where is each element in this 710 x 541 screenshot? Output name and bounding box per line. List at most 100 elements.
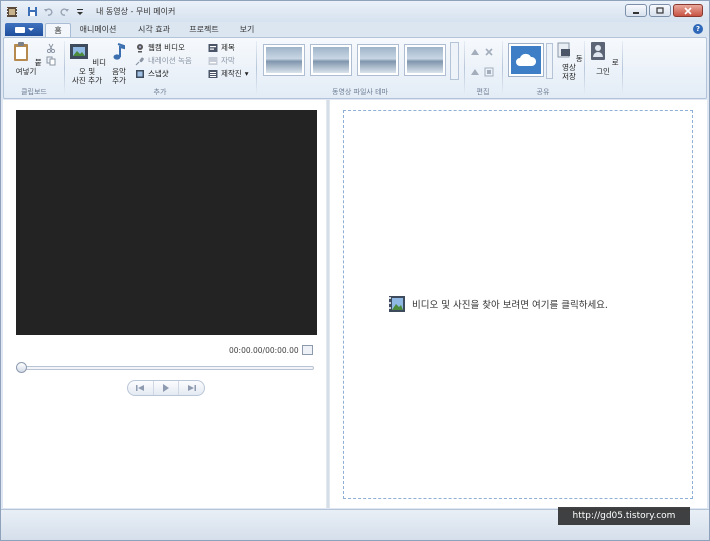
film-app-icon[interactable] [6,6,18,18]
select-all-icon [484,67,494,76]
title-bar: 내 동영상 - 무비 메이커 [1,1,709,22]
window-controls [625,4,703,17]
caption-icon [208,56,218,65]
ribbon-home: 붙여넣기 클립보드 비디오 및 사진 추가 음악 추가 웹캠 비디오 내레이션 … [3,37,707,99]
seek-handle[interactable] [16,362,27,373]
storyboard-message: 비디오 및 사진을 찾아 보려면 여기를 클릭하세요. [412,300,608,311]
onedrive-cloud-icon [516,53,537,66]
sign-in-button[interactable]: 로그인 [586,41,620,76]
next-frame-icon [187,385,196,391]
help-icon[interactable]: ? [693,24,703,34]
close-button[interactable] [673,4,703,17]
save-movie-button[interactable]: 동영상 저장 [555,41,583,81]
storyboard-prompt[interactable]: 비디오 및 사진을 찾아 보려면 여기를 클릭하세요. [388,295,608,313]
theme-gallery-scroll[interactable] [450,42,459,80]
pane-splitter[interactable] [326,100,330,508]
add-media-label-2: 사진 추가 [72,76,102,85]
undo-icon[interactable] [42,6,54,18]
tab-visual-effects[interactable]: 시각 효과 [131,23,177,37]
credits-dropdown-icon[interactable]: ▾ [245,69,249,78]
edit-group-title: 편집 [476,88,490,96]
play-button[interactable] [154,381,180,395]
theme-thumbnail-2[interactable] [310,44,352,76]
edit-group: 편집 [465,38,501,98]
share-gallery-scroll[interactable] [546,43,553,79]
previous-frame-button[interactable] [128,381,154,395]
tab-view[interactable]: 보기 [233,23,261,37]
music-label-1: 음악 [112,67,126,76]
webcam-icon [137,43,143,52]
remove-button[interactable] [484,46,494,57]
close-icon [684,6,692,15]
add-media-icon [69,44,88,59]
title-button[interactable]: 제목 [208,42,235,53]
clipboard-group: 붙여넣기 클립보드 [4,38,64,98]
theme-thumbnail-3[interactable] [357,44,399,76]
copy-icon [46,56,56,65]
copy-button[interactable] [46,55,56,66]
clipboard-group-title: 클립보드 [21,88,47,96]
themes-group-title: 동영상 파일사 테마 [332,88,388,96]
theme-thumbnail-1[interactable] [263,44,305,76]
fullscreen-icon[interactable] [302,345,313,355]
add-music-button[interactable]: 음악 추가 [107,41,131,85]
storyboard-drop-area[interactable]: 비디오 및 사진을 찾아 보려면 여기를 클릭하세요. [343,110,693,499]
group-separator [584,41,585,95]
webcam-label: 웹캠 비디오 [148,43,185,52]
main-area: 00:00.00/00:00.00 비디오 및 사진을 찾아 보려면 여기를 클… [3,100,707,508]
application-menu-button[interactable] [5,23,43,36]
caption-label: 자막 [221,56,235,65]
auto-movie-themes-group: 동영상 파일사 테마 [258,38,462,98]
playback-controls [127,380,205,396]
save-movie-label-2: 저장 [562,72,576,81]
paste-button[interactable]: 붙여넣기 [8,41,44,76]
redo-icon[interactable] [58,6,70,18]
caption-button[interactable]: 자막 [208,55,235,66]
share-gallery[interactable] [508,43,544,77]
add-media-icon [389,296,405,312]
credits-button[interactable]: 제작진 ▾ [208,68,248,79]
group-separator [256,41,257,95]
tab-animations[interactable]: 애니메이션 [75,23,121,37]
app-menu-icon [14,26,25,33]
add-group-title: 추가 [153,88,167,96]
user-icon [591,42,606,60]
rotate-left-button[interactable] [470,46,480,57]
group-separator [622,41,623,95]
rotate-right-button[interactable] [470,66,480,77]
record-narration-button[interactable]: 내레이션 녹음 [135,55,192,66]
quick-access-toolbar [26,6,86,18]
maximize-button[interactable] [649,4,671,17]
save-icon[interactable] [26,6,38,18]
next-frame-button[interactable] [179,381,204,395]
watermark: http://gd05.tistory.com [558,507,690,525]
music-label-2: 추가 [112,76,126,85]
window-title: 내 동영상 - 무비 메이커 [96,7,176,16]
save-movie-icon [557,42,571,58]
rotate-left-icon [471,48,479,55]
minimize-button[interactable] [625,4,647,17]
preview-monitor[interactable] [16,110,317,335]
maximize-icon [656,7,664,14]
remove-icon [485,47,493,56]
rotate-right-icon [471,68,479,75]
minimize-icon [633,11,639,14]
movie-maker-window: 내 동영상 - 무비 메이커 홈 애니메이션 시각 효과 프로젝트 보기 ? 붙… [0,0,710,541]
credits-label: 제작진 [221,69,242,78]
add-videos-photos-button[interactable]: 비디오 및 사진 추가 [67,41,107,85]
customize-qat-icon[interactable] [74,6,86,18]
seek-bar[interactable] [16,366,314,370]
scissors-icon [46,43,56,53]
select-all-button[interactable] [484,66,494,77]
tab-project[interactable]: 프로젝트 [183,23,225,37]
cut-button[interactable] [46,42,56,53]
snapshot-button[interactable]: 스냅샷 [135,68,169,79]
theme-thumbnail-4[interactable] [404,44,446,76]
webcam-video-button[interactable]: 웹캠 비디오 [135,42,185,53]
timecode: 00:00.00/00:00.00 [229,346,299,355]
add-group: 비디오 및 사진 추가 음악 추가 웹캠 비디오 내레이션 녹음 스냅샷 제목 … [65,38,255,98]
clipboard-icon [14,42,29,61]
title-icon [208,43,218,52]
play-icon [163,384,169,392]
tab-home[interactable]: 홈 [45,23,71,37]
